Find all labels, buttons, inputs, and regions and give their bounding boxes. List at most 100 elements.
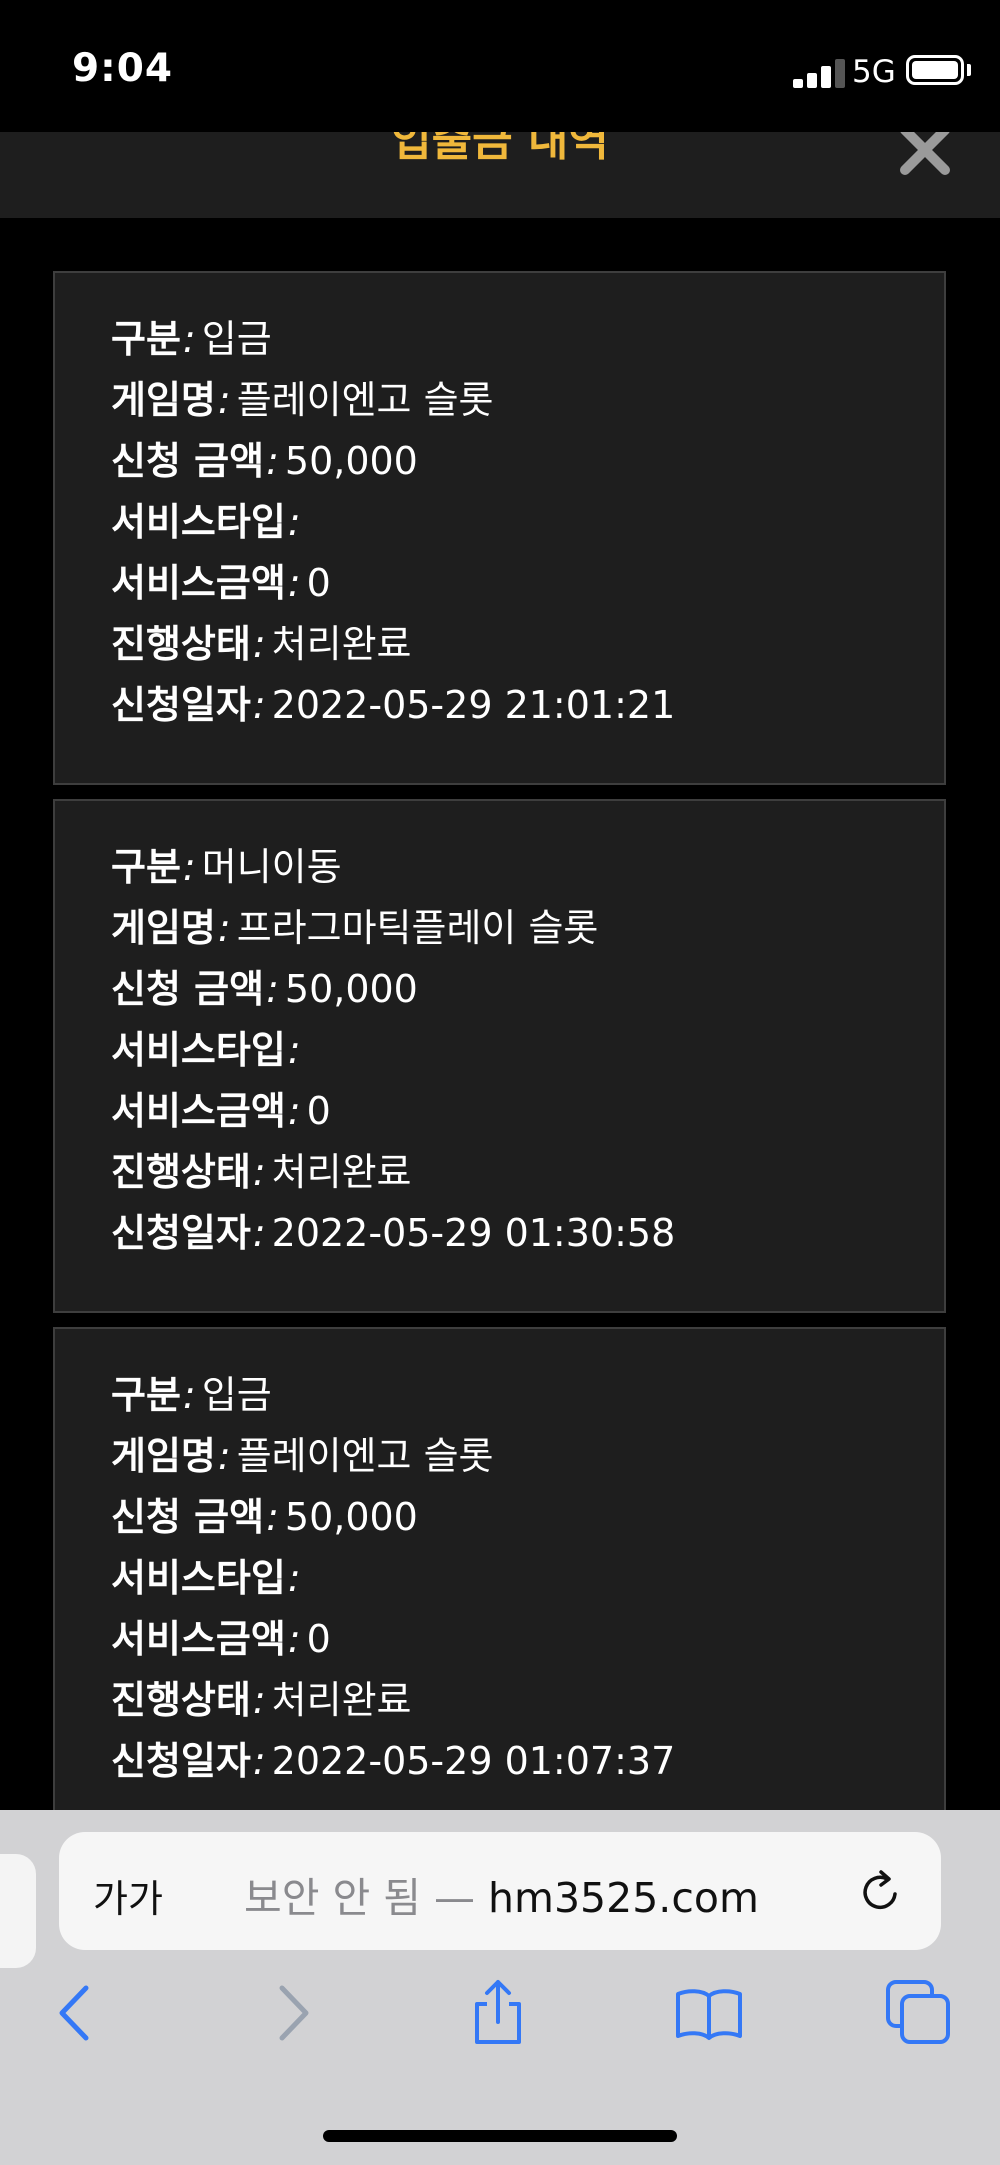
amount-label: 신청 금액	[111, 1495, 265, 1539]
record-service-type-row: 서비스타입:	[111, 1020, 944, 1081]
amount-value: 50,000	[284, 439, 418, 483]
record-card: 구분: 입금 게임명: 플레이엔고 슬롯 신청 금액: 50,000 서비스타입: 서…	[53, 271, 946, 785]
status-time: 9:04	[72, 46, 174, 91]
separator: :	[252, 1739, 266, 1783]
game-value: 프라그마틱플레이 슬롯	[236, 906, 599, 950]
address-bar[interactable]: 가가 보안 안 됨 — hm3525.com	[59, 1832, 941, 1950]
date-label: 신청일자	[111, 1211, 251, 1255]
service-amount-label: 서비스금액	[111, 1617, 286, 1661]
separator: :	[252, 622, 266, 666]
signal-icon	[793, 58, 851, 88]
network-label: 5G	[852, 54, 896, 90]
separator: :	[252, 1150, 266, 1194]
home-indicator[interactable]	[323, 2130, 677, 2142]
records-list: 구분: 입금 게임명: 플레이엔고 슬롯 신청 금액: 50,000 서비스타입: 서…	[53, 271, 946, 1855]
separator: :	[287, 1089, 301, 1133]
separator: :	[287, 1617, 301, 1661]
separator: :	[252, 1211, 266, 1255]
service-amount-label: 서비스금액	[111, 1089, 286, 1133]
record-service-amount-row: 서비스금액: 0	[111, 553, 944, 614]
status-value: 처리완료	[271, 1150, 412, 1194]
text-size-button[interactable]: 가가	[93, 1868, 163, 1923]
record-service-type-row: 서비스타입:	[111, 492, 944, 553]
modal-title: 입출금 내역	[391, 132, 609, 166]
record-service-amount-row: 서비스금액: 0	[111, 1081, 944, 1142]
record-type-row: 구분: 입금	[111, 1365, 944, 1426]
separator: :	[217, 378, 231, 422]
record-date-row: 신청일자: 2022-05-29 21:01:21	[111, 675, 944, 736]
separator: :	[287, 561, 301, 605]
separator: :	[252, 1678, 266, 1722]
record-game-row: 게임명: 플레이엔고 슬롯	[111, 1426, 944, 1487]
amount-label: 신청 금액	[111, 967, 265, 1011]
battery-cap	[967, 64, 971, 76]
service-type-label: 서비스타입	[111, 500, 286, 544]
url-text[interactable]: 보안 안 됨 — hm3525.com	[244, 1864, 759, 1924]
amount-value: 50,000	[284, 1495, 418, 1539]
amount-value: 50,000	[284, 967, 418, 1011]
record-service-amount-row: 서비스금액: 0	[111, 1609, 944, 1670]
record-status-row: 진행상태: 처리완료	[111, 614, 944, 675]
separator: :	[287, 1028, 301, 1072]
previous-tab-edge[interactable]	[0, 1854, 36, 1968]
forward-icon[interactable]	[256, 1978, 326, 2048]
game-label: 게임명	[111, 378, 216, 422]
record-amount-row: 신청 금액: 50,000	[111, 1487, 944, 1548]
type-value: 머니이동	[201, 845, 342, 889]
service-amount-value: 0	[306, 1089, 331, 1133]
record-card: 구분: 머니이동 게임명: 프라그마틱플레이 슬롯 신청 금액: 50,000 서비스…	[53, 799, 946, 1313]
date-label: 신청일자	[111, 1739, 251, 1783]
game-value: 플레이엔고 슬롯	[236, 378, 494, 422]
date-label: 신청일자	[111, 683, 251, 727]
bookmarks-icon[interactable]	[674, 1978, 744, 2048]
record-game-row: 게임명: 프라그마틱플레이 슬롯	[111, 898, 944, 959]
separator: :	[287, 500, 301, 544]
record-game-row: 게임명: 플레이엔고 슬롯	[111, 370, 944, 431]
record-status-row: 진행상태: 처리완료	[111, 1142, 944, 1203]
url-host: hm3525.com	[488, 1874, 759, 1922]
modal-header: 입출금 내역	[0, 132, 1000, 218]
record-type-row: 구분: 입금	[111, 309, 944, 370]
insecure-label: 보안 안 됨 —	[244, 1874, 489, 1922]
record-amount-row: 신청 금액: 50,000	[111, 959, 944, 1020]
game-value: 플레이엔고 슬롯	[236, 1434, 494, 1478]
separator: :	[217, 1434, 231, 1478]
separator: :	[252, 683, 266, 727]
service-amount-label: 서비스금액	[111, 561, 286, 605]
type-label: 구분	[111, 845, 181, 889]
share-icon[interactable]	[463, 1978, 533, 2048]
status-label: 진행상태	[111, 622, 251, 666]
record-card: 구분: 입금 게임명: 플레이엔고 슬롯 신청 금액: 50,000 서비스타입: 서…	[53, 1327, 946, 1841]
separator: :	[287, 1556, 301, 1600]
separator: :	[266, 439, 279, 483]
type-value: 입금	[201, 1373, 272, 1417]
separator: :	[182, 317, 196, 361]
date-value: 2022-05-29 01:30:58	[271, 1211, 676, 1255]
service-amount-value: 0	[306, 561, 331, 605]
service-amount-value: 0	[306, 1617, 331, 1661]
record-date-row: 신청일자: 2022-05-29 01:30:58	[111, 1203, 944, 1264]
type-label: 구분	[111, 1373, 181, 1417]
service-type-label: 서비스타입	[111, 1556, 286, 1600]
record-type-row: 구분: 머니이동	[111, 837, 944, 898]
separator: :	[266, 967, 279, 1011]
separator: :	[182, 1373, 196, 1417]
record-status-row: 진행상태: 처리완료	[111, 1670, 944, 1731]
record-date-row: 신청일자: 2022-05-29 01:07:37	[111, 1731, 944, 1792]
type-label: 구분	[111, 317, 181, 361]
close-icon[interactable]	[895, 132, 955, 180]
status-label: 진행상태	[111, 1150, 251, 1194]
browser-toolbar: 가가 보안 안 됨 — hm3525.com	[0, 1810, 1000, 2165]
reload-icon[interactable]	[857, 1868, 905, 1916]
game-label: 게임명	[111, 1434, 216, 1478]
battery-icon	[906, 55, 964, 85]
record-amount-row: 신청 금액: 50,000	[111, 431, 944, 492]
service-type-label: 서비스타입	[111, 1028, 286, 1072]
separator: :	[266, 1495, 279, 1539]
tabs-icon[interactable]	[884, 1978, 954, 2048]
back-icon[interactable]	[42, 1978, 112, 2048]
game-label: 게임명	[111, 906, 216, 950]
status-bar: 9:04 5G	[0, 0, 1000, 132]
record-service-type-row: 서비스타입:	[111, 1548, 944, 1609]
status-label: 진행상태	[111, 1678, 251, 1722]
